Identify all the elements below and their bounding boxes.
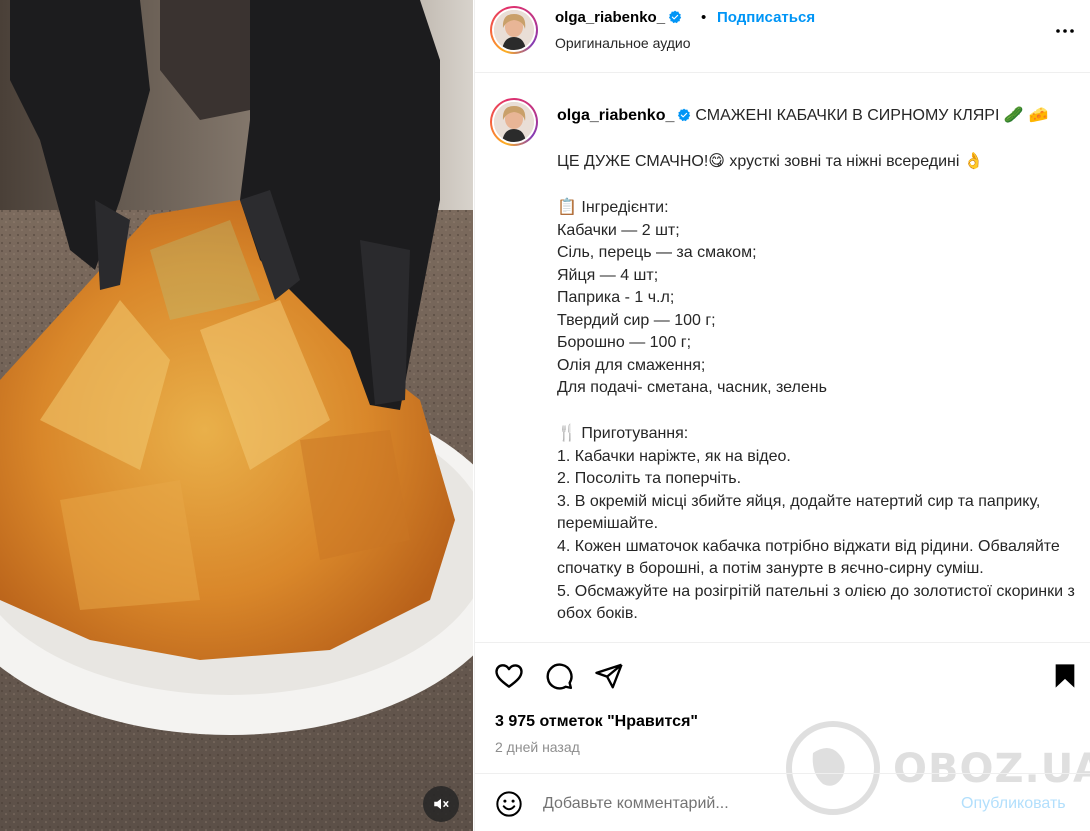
header-username-link[interactable]: olga_riabenko_ — [555, 9, 682, 26]
ingredient-line: Для подачі- сметана, часник, зелень — [557, 379, 827, 396]
step-line: 1. Кабачки наріжте, як на відео. — [557, 447, 791, 465]
fork-knife-emoji: 🍴 — [557, 423, 577, 442]
post-media[interactable] — [0, 0, 473, 831]
avatar[interactable] — [490, 6, 538, 54]
step-line: 3. В окремій місці збийте яйця, додайте … — [557, 492, 1041, 533]
comment-button[interactable] — [543, 660, 575, 692]
more-horizontal-icon — [1056, 29, 1074, 33]
comment-icon — [546, 663, 573, 690]
caption-avatar-image — [494, 102, 534, 142]
heart-icon — [495, 664, 523, 688]
publish-button[interactable]: Опубликовать — [961, 795, 1066, 813]
mute-button[interactable] — [423, 786, 459, 822]
likes-count[interactable]: 3 975 отметок "Нравится" — [495, 713, 698, 731]
ingredient-line: Кабачки — 2 шт; — [557, 221, 680, 239]
post-panel: olga_riabenko_ • Подписаться Оригинально… — [474, 0, 1090, 831]
clipboard-emoji: 📋 — [557, 197, 577, 216]
share-icon — [595, 663, 623, 689]
action-bar: 3 975 отметок "Нравится" 2 дней назад — [475, 642, 1090, 773]
header-username: olga_riabenko_ — [555, 9, 666, 26]
emoji-picker-button[interactable] — [495, 790, 523, 818]
yum-emoji: 😋 — [708, 151, 725, 170]
follow-button[interactable]: Подписаться — [717, 9, 815, 26]
step-line: 2. Посоліть та поперчіть. — [557, 470, 742, 487]
caption-title: СМАЖЕНІ КАБАЧКИ В СИРНОМУ КЛЯРІ — [695, 107, 1000, 124]
ingredient-line: Сіль, перець — за смаком; — [557, 244, 757, 261]
ingredient-line: Олія для смаження; — [557, 356, 706, 374]
ingredient-line: Борошно — 100 г; — [557, 334, 692, 351]
cucumber-cheese-emoji: 🥒 🧀 — [1003, 105, 1049, 124]
caption-username[interactable]: olga_riabenko_ — [557, 107, 691, 124]
header-separator-dot: • — [701, 9, 707, 26]
step-line: 4. Кожен шматочок кабачка потрібно віджа… — [557, 537, 1060, 578]
smiley-icon — [496, 791, 522, 817]
ok-hand-emoji: 👌 — [963, 151, 984, 170]
post-header: olga_riabenko_ • Подписаться Оригинально… — [475, 0, 1090, 73]
avatar-image — [494, 10, 534, 50]
add-comment-bar: Опубликовать — [475, 773, 1090, 831]
share-button[interactable] — [593, 660, 625, 692]
like-button[interactable] — [493, 660, 525, 692]
caption-line2-rest: хрусткі зовні та ніжні всередині — [729, 153, 960, 170]
caption-line2-text: ЦЕ ДУЖЕ СМАЧНО! — [557, 153, 709, 170]
caption-avatar[interactable] — [490, 98, 538, 146]
steps-title: Приготування: — [581, 425, 689, 442]
post-caption: olga_riabenko_ СМАЖЕНІ КАБАЧКИ В СИРНОМУ … — [557, 104, 1077, 626]
ingredients-title: Інгредієнти: — [581, 199, 669, 216]
more-options-button[interactable] — [1051, 17, 1079, 45]
media-illustration — [0, 0, 473, 831]
bookmark-icon — [1055, 664, 1075, 688]
ingredient-line: Твердий сир — 100 г; — [557, 311, 716, 329]
ingredient-line: Паприка - 1 ч.л; — [557, 289, 675, 306]
speaker-muted-icon — [434, 798, 449, 810]
comments-section[interactable]: olga_riabenko_ СМАЖЕНІ КАБАЧКИ В СИРНОМУ … — [475, 74, 1090, 642]
comment-input[interactable] — [543, 791, 943, 817]
step-line: 5. Обсмажуйте на розігрітій пательні з о… — [557, 582, 1075, 623]
post-timestamp[interactable]: 2 дней назад — [495, 739, 580, 755]
verified-badge-icon — [678, 108, 691, 122]
save-button[interactable] — [1049, 660, 1081, 692]
verified-badge-icon — [668, 10, 682, 24]
original-audio-link[interactable]: Оригинальное аудио — [555, 35, 691, 51]
ingredient-line: Яйця — 4 шт; — [557, 266, 659, 284]
